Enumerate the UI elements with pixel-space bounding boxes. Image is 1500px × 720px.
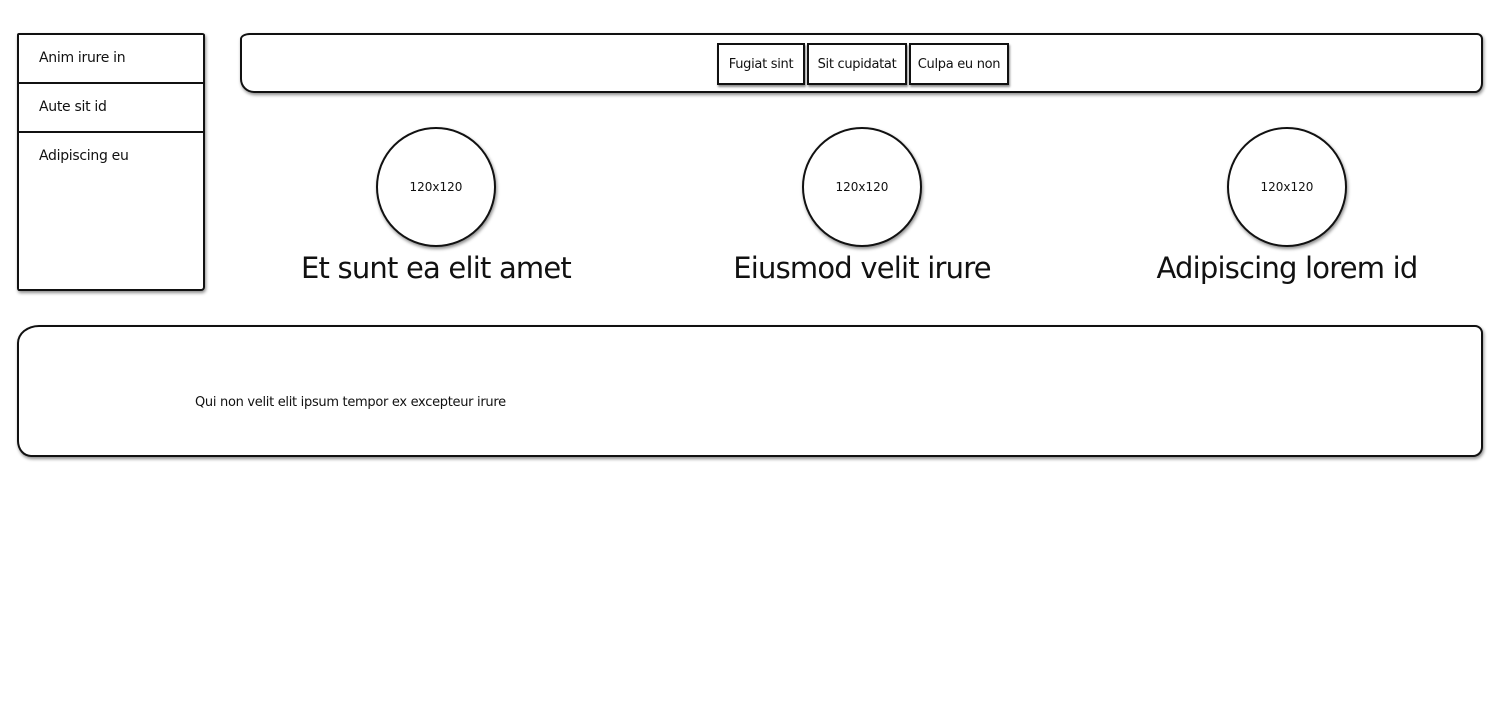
fugiat-sint-button[interactable]: Fugiat sint bbox=[717, 43, 805, 85]
panel-text: Qui non velit elit ipsum tempor ex excep… bbox=[195, 395, 506, 410]
button-label: Fugiat sint bbox=[728, 56, 794, 72]
sit-cupidatat-button[interactable]: Sit cupidatat bbox=[807, 43, 907, 85]
image-placeholder-label: 120x120 bbox=[1260, 180, 1314, 194]
text-panel: Qui non velit elit ipsum tempor ex excep… bbox=[17, 325, 1483, 457]
sidebar-nav: Anim irure in Aute sit id Adipiscing eu bbox=[17, 33, 205, 291]
image-placeholder: 120x120 bbox=[376, 127, 496, 247]
sidebar-item-aute-sit-id[interactable]: Aute sit id bbox=[19, 84, 203, 133]
image-placeholder-label: 120x120 bbox=[409, 180, 463, 194]
card: 120x120 Et sunt ea elit amet bbox=[276, 127, 596, 285]
card: 120x120 Eiusmod velit irure bbox=[702, 127, 1022, 285]
image-placeholder: 120x120 bbox=[1227, 127, 1347, 247]
sidebar-item-label: Aute sit id bbox=[39, 99, 107, 115]
sidebar-item-anim-irure-in[interactable]: Anim irure in bbox=[19, 35, 203, 84]
image-placeholder-label: 120x120 bbox=[835, 180, 889, 194]
sidebar-item-adipiscing-eu[interactable]: Adipiscing eu bbox=[19, 133, 203, 182]
card-title: Adipiscing lorem id bbox=[1156, 251, 1418, 285]
button-group: Fugiat sint Sit cupidatat Culpa eu non bbox=[717, 43, 1011, 85]
button-label: Culpa eu non bbox=[917, 56, 1001, 72]
culpa-eu-non-button[interactable]: Culpa eu non bbox=[909, 43, 1009, 85]
card-title: Et sunt ea elit amet bbox=[301, 251, 572, 285]
sidebar-item-label: Anim irure in bbox=[39, 50, 126, 66]
top-toolbar: Fugiat sint Sit cupidatat Culpa eu non bbox=[240, 33, 1483, 93]
card: 120x120 Adipiscing lorem id bbox=[1127, 127, 1447, 285]
sidebar-item-label: Adipiscing eu bbox=[39, 148, 129, 164]
button-label: Sit cupidatat bbox=[817, 56, 897, 72]
card-title: Eiusmod velit irure bbox=[733, 251, 991, 285]
image-placeholder: 120x120 bbox=[802, 127, 922, 247]
